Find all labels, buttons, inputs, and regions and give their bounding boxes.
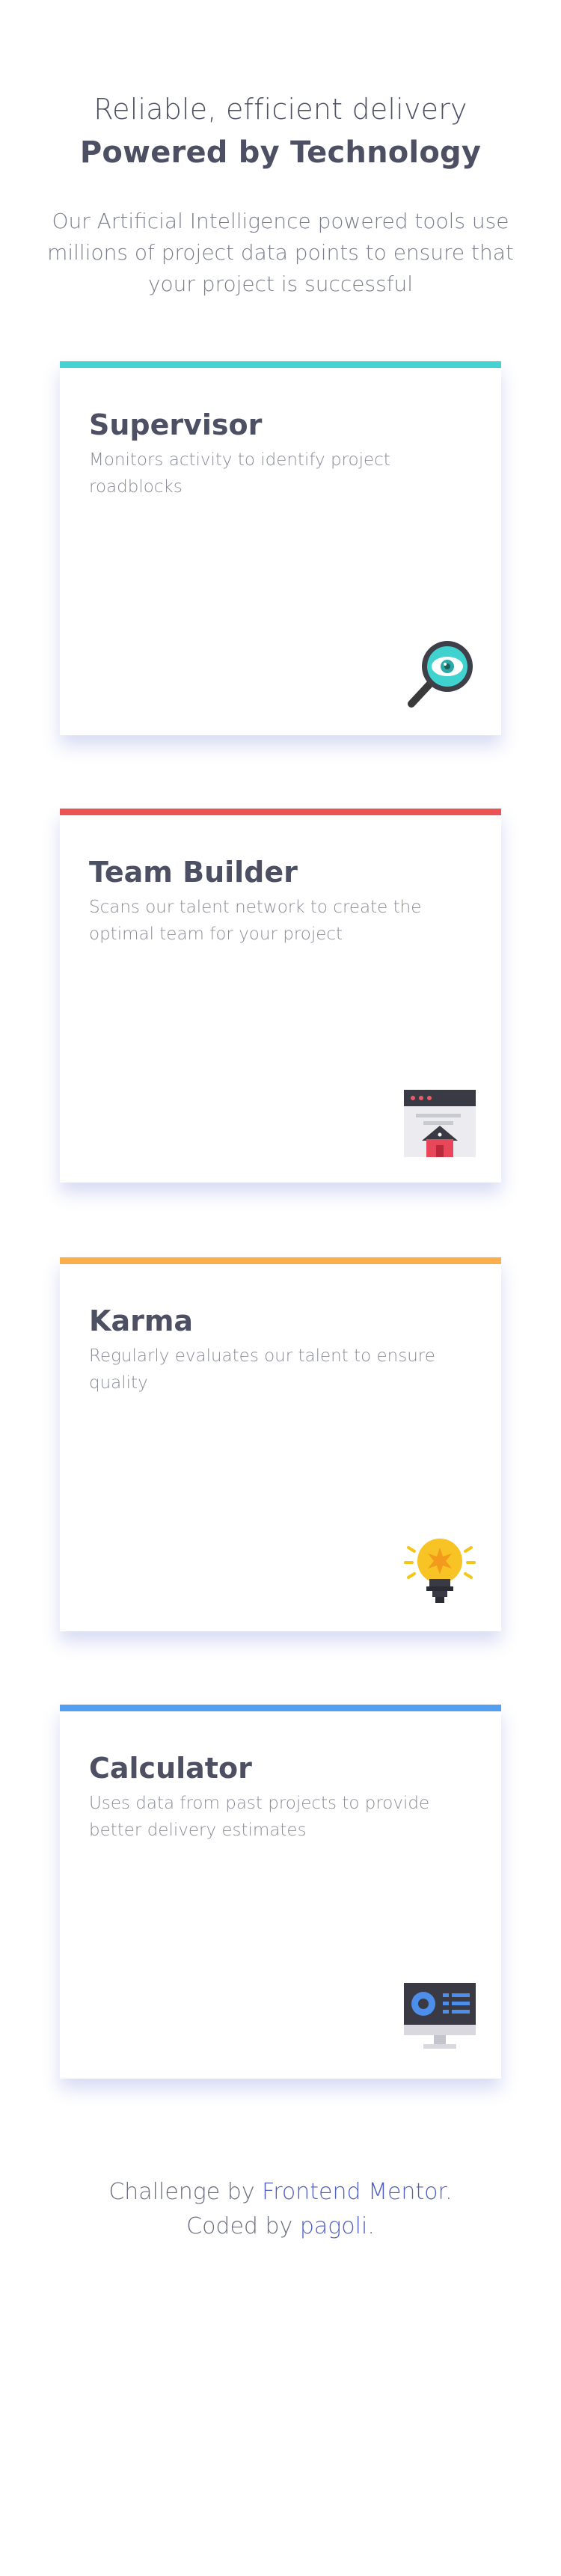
attribution-coded: Coded by pagoli. [0,2209,561,2244]
magnifier-eye-icon [401,635,479,713]
card-title: Team Builder [89,856,298,889]
card-team-builder: Team Builder Scans our talent network to… [60,809,501,1183]
card-description: Monitors activity to identify project ro… [89,450,390,497]
intro-line: Our Artificial Intelligence powered tool… [52,209,509,233]
lightbulb-icon [401,1531,479,1609]
card-karma: Karma Regularly evaluates our talent to … [60,1257,501,1631]
card-description: Uses data from past projects to provide … [89,1794,430,1840]
card-title: Karma [89,1304,194,1337]
header-subtitle: Reliable, efficient delivery [94,93,468,126]
frontend-mentor-link[interactable]: Frontend Mentor [262,2179,445,2205]
page: Reliable, efficient delivery Powered by … [0,0,561,2576]
card-calculator: Calculator Uses data from past projects … [60,1705,501,2079]
attribution-punctuation: . [367,2213,375,2239]
attribution-challenge: Challenge by Frontend Mentor. [0,2175,561,2209]
card-title: Supervisor [89,408,263,441]
intro-line: millions of project data points to ensur… [47,240,514,265]
attribution-text: Coded by [186,2213,293,2239]
monitor-chart-icon [401,1978,479,2056]
browser-house-icon [401,1082,479,1160]
card-title: Calculator [89,1752,252,1785]
intro-line: your project is successful [147,272,414,296]
card-description: Scans our talent network to create the o… [89,898,422,944]
author-link[interactable]: pagoli [300,2213,367,2239]
card-description: Regularly evaluates our talent to ensure… [89,1346,435,1393]
attribution: Challenge by Frontend Mentor. Coded by p… [0,2175,561,2244]
header: Reliable, efficient delivery Powered by … [0,88,561,175]
header-title: Powered by Technology [79,135,482,170]
attribution-text: Challenge by [108,2179,255,2205]
card-supervisor: Supervisor Monitors activity to identify… [60,361,501,735]
attribution-punctuation: . [445,2179,453,2205]
intro-text: Our Artificial Intelligence powered tool… [0,206,561,300]
